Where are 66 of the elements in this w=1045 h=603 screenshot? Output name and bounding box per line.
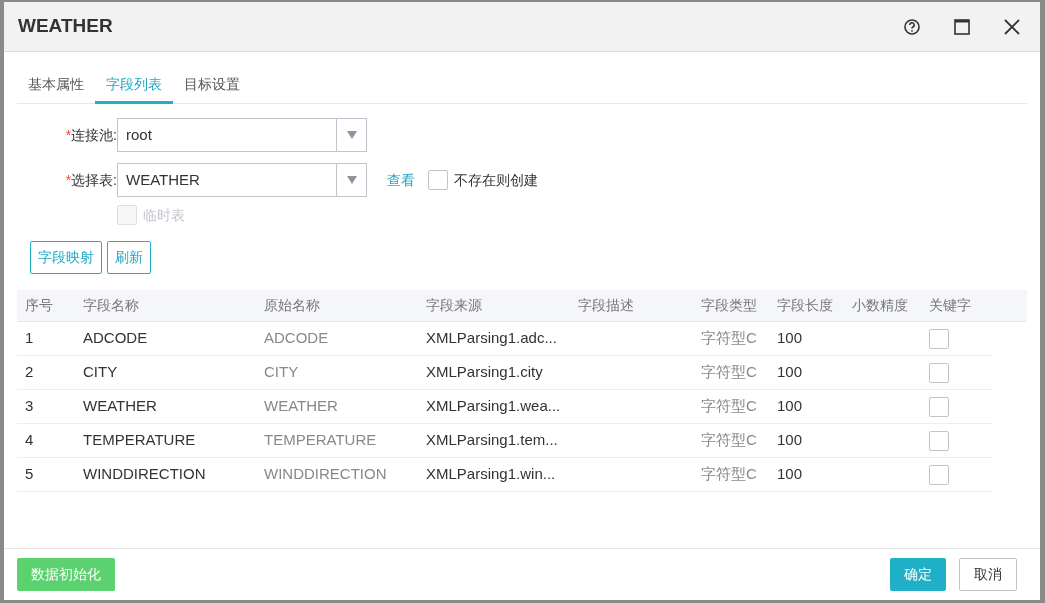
table-cell-text: XMLParsing1.win... [425,464,557,485]
table-cell-text: WINDDIRECTION [82,464,207,485]
maximize-icon[interactable] [952,16,972,37]
table-cell-text: WEATHER [263,396,339,417]
ok-button[interactable]: 确定 [890,558,946,591]
key-checkbox[interactable] [929,328,949,349]
table-cell-text: ADCODE [82,328,149,349]
checkbox[interactable] [428,170,448,190]
field-label: *选择表: [64,170,117,190]
table-cell-text: TEMPERATURE [82,430,197,451]
table-cell-text: 3 [24,396,35,417]
table-cell-text: 字符型C [700,396,758,417]
window-title: WEATHER [18,14,113,39]
table-cell-text: 100 [776,464,804,485]
table-cell-text: 2 [24,362,35,383]
table-cell-text: 4 [24,430,35,451]
key-checkbox[interactable] [929,362,949,383]
column-header: 字段来源 [425,296,483,315]
action-button[interactable]: 刷新 [107,241,151,274]
tab[interactable]: 基本属性 [17,68,95,104]
column-header: 小数精度 [851,296,909,315]
column-header: 序号 [24,296,54,315]
table-dropdown[interactable]: WEATHER [117,163,367,197]
caret-icon [346,131,357,139]
key-checkbox[interactable] [929,464,949,485]
table-cell-text: 5 [24,464,35,485]
table-cell-text: 字符型C [700,328,758,349]
column-header: 字段描述 [577,296,635,315]
column-header: 字段类型 [700,296,758,315]
table-cell-text: 字符型C [700,362,758,383]
table-cell-text: WINDDIRECTION [263,464,388,485]
table-cell-text: 字符型C [700,430,758,451]
table-cell-text: 100 [776,328,804,349]
key-checkbox[interactable] [929,396,949,417]
table-cell-text: 1 [24,328,35,349]
table-cell-text: 100 [776,396,804,417]
table-cell-text: WEATHER [82,396,158,417]
tab[interactable]: 字段列表 [95,68,173,104]
action-button[interactable]: 字段映射 [30,241,102,274]
table-cell-text: XMLParsing1.city [425,362,544,383]
help-icon[interactable] [902,16,922,37]
table-cell-text: 100 [776,430,804,451]
table-cell-text: XMLParsing1.tem... [425,430,559,451]
table-cell-text: CITY [82,362,119,383]
view-link[interactable]: 查看 [387,169,415,191]
column-header: 关键字 [928,296,972,315]
table-cell-text: 字符型C [700,464,758,485]
table-cell-text: 100 [776,362,804,383]
table-cell-text: XMLParsing1.adc... [425,328,558,349]
tab[interactable]: 目标设置 [173,68,251,104]
checkbox-label: 不存在则创建 [454,170,538,190]
pool-dropdown[interactable]: root [117,118,367,152]
table-cell-text: TEMPERATURE [263,430,378,451]
field-label: *连接池: [64,125,117,145]
column-header: 字段长度 [776,296,834,315]
close-icon[interactable] [1002,16,1022,37]
caret-icon [346,176,357,184]
column-header: 字段名称 [82,296,140,315]
checkbox-label: 临时表 [143,205,185,225]
column-header: 原始名称 [263,296,321,315]
cancel-button[interactable]: 取消 [959,558,1017,591]
data-init-button[interactable]: 数据初始化 [17,558,115,591]
table-cell-text: ADCODE [263,328,330,349]
table-cell-text: CITY [263,362,300,383]
key-checkbox[interactable] [929,430,949,451]
table-cell-text: XMLParsing1.wea... [425,396,562,417]
